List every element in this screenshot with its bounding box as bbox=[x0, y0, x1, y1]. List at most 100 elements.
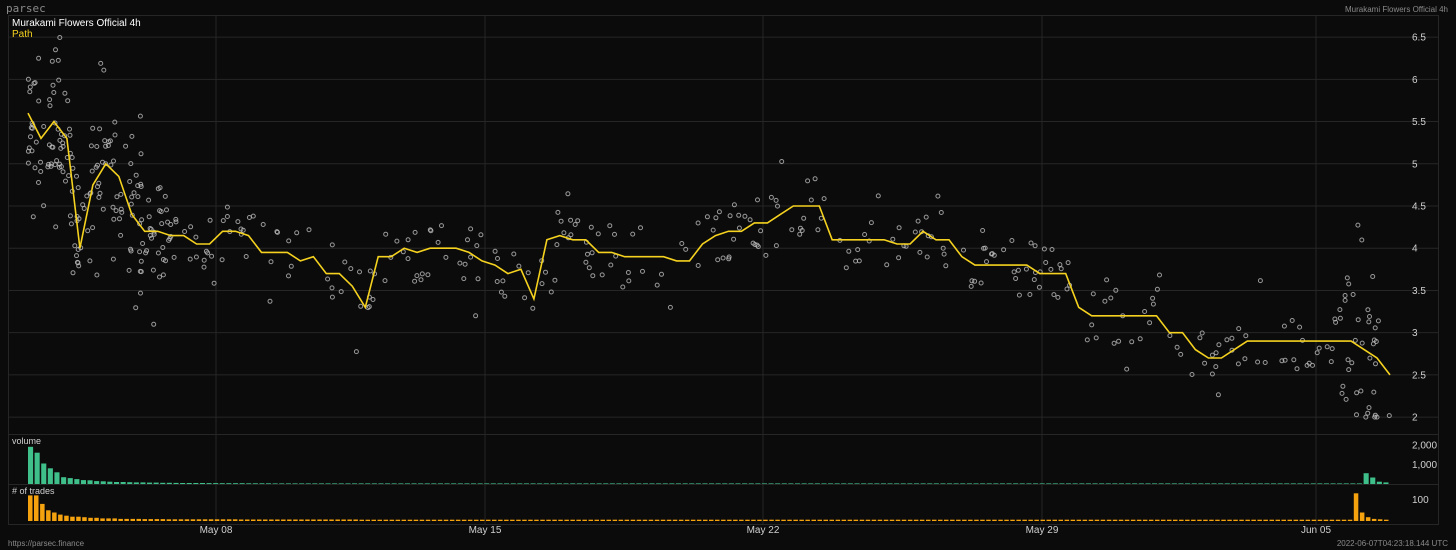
x-tick-label: May 08 bbox=[200, 525, 233, 536]
trades-bar bbox=[570, 519, 575, 521]
trades-bar bbox=[160, 519, 166, 521]
trades-bar bbox=[1269, 519, 1274, 521]
volume-bar bbox=[1152, 483, 1158, 484]
volume-bar bbox=[636, 483, 642, 484]
trades-bar bbox=[52, 512, 57, 521]
volume-bar bbox=[120, 482, 126, 484]
volume-bar bbox=[444, 483, 450, 484]
trades-bar bbox=[455, 519, 461, 521]
y-tick-label: 5.5 bbox=[1412, 117, 1426, 128]
volume-bar bbox=[1039, 483, 1045, 484]
volume-bar bbox=[953, 483, 959, 484]
trades-bar bbox=[757, 519, 762, 521]
volume-bar bbox=[285, 483, 291, 484]
trades-bar bbox=[594, 519, 599, 521]
volume-bar bbox=[1323, 483, 1329, 484]
volume-bar bbox=[1118, 483, 1124, 484]
volume-bar bbox=[259, 483, 265, 484]
trades-bar bbox=[1257, 519, 1262, 521]
volume-bar bbox=[1224, 483, 1230, 484]
trades-bar bbox=[600, 519, 605, 521]
volume-bar bbox=[1310, 483, 1316, 484]
trades-bar bbox=[1136, 519, 1142, 521]
volume-bar bbox=[1231, 483, 1237, 484]
trades-bar bbox=[606, 519, 611, 521]
volume-bar bbox=[662, 483, 668, 484]
trades-bar bbox=[799, 519, 804, 521]
trades-bar bbox=[1359, 512, 1365, 521]
footer-url[interactable]: https://parsec.finance bbox=[8, 539, 85, 548]
trades-bar bbox=[1016, 519, 1021, 521]
volume-bar bbox=[570, 483, 576, 484]
volume-bar bbox=[768, 483, 774, 484]
trades-bar bbox=[763, 519, 768, 521]
trades-bar bbox=[504, 519, 509, 521]
volume-bar bbox=[920, 483, 926, 484]
volume-bar bbox=[847, 483, 853, 484]
volume-bar bbox=[100, 481, 106, 484]
volume-bar bbox=[186, 483, 192, 484]
trades-bar bbox=[962, 519, 967, 521]
volume-bar bbox=[775, 483, 781, 484]
trades-bar bbox=[443, 519, 449, 521]
volume-bar bbox=[880, 483, 886, 484]
volume-bar bbox=[728, 483, 734, 484]
trades-bar bbox=[877, 519, 883, 521]
volume-bar bbox=[748, 483, 754, 484]
volume-bar bbox=[523, 483, 529, 484]
volume-bar bbox=[266, 483, 272, 484]
volume-bar bbox=[927, 483, 933, 484]
volume-bar bbox=[1185, 483, 1191, 484]
volume-bar bbox=[1026, 483, 1032, 484]
volume-bar bbox=[193, 483, 199, 484]
trades-bar bbox=[425, 519, 431, 521]
trades-bar bbox=[184, 519, 190, 521]
volume-bar bbox=[603, 483, 609, 484]
volume-bar bbox=[1257, 483, 1263, 484]
volume-bar bbox=[1132, 483, 1138, 484]
volume-bar bbox=[398, 483, 404, 484]
trades-bar bbox=[883, 519, 889, 521]
volume-bar bbox=[1033, 483, 1039, 484]
trades-bar bbox=[329, 519, 334, 521]
trades-bar bbox=[823, 519, 828, 521]
volume-bar bbox=[1383, 482, 1389, 484]
volume-bar bbox=[1066, 483, 1072, 484]
volume-bar bbox=[1191, 483, 1197, 484]
trades-bar bbox=[461, 519, 467, 521]
volume-bar bbox=[464, 483, 470, 484]
volume-bar bbox=[986, 483, 992, 484]
trades-bar bbox=[130, 518, 135, 521]
trades-bar bbox=[660, 519, 666, 521]
volume-bar bbox=[338, 483, 344, 484]
volume-bar bbox=[861, 483, 867, 484]
volume-bar bbox=[543, 483, 549, 484]
volume-bar bbox=[1072, 483, 1078, 484]
trades-bar bbox=[1305, 519, 1311, 521]
volume-bar bbox=[781, 483, 787, 484]
trades-bar bbox=[546, 519, 551, 521]
volume-bar bbox=[1198, 483, 1204, 484]
volume-bar bbox=[1350, 483, 1356, 484]
y-tick-label: 6 bbox=[1412, 75, 1418, 86]
y-tick-label: 4 bbox=[1412, 244, 1418, 255]
trades-bar bbox=[359, 519, 364, 521]
trades-bar bbox=[865, 519, 871, 521]
volume-bar bbox=[966, 483, 972, 484]
volume-bar bbox=[477, 483, 483, 484]
volume-bar bbox=[153, 482, 159, 484]
volume-bar bbox=[1178, 483, 1184, 484]
trades-bar bbox=[317, 519, 322, 521]
trades-bar bbox=[64, 515, 69, 521]
volume-bar bbox=[28, 446, 34, 484]
trades-bar bbox=[847, 519, 853, 521]
volume-bar bbox=[854, 483, 860, 484]
trades-bar bbox=[733, 519, 738, 521]
volume-bar bbox=[484, 483, 490, 484]
volume-bar bbox=[246, 483, 252, 484]
volume-bar bbox=[894, 483, 900, 484]
trades-bar bbox=[1377, 519, 1383, 521]
trades-bar bbox=[1179, 519, 1184, 521]
trades-bar bbox=[190, 519, 196, 521]
volume-bar bbox=[742, 483, 748, 484]
